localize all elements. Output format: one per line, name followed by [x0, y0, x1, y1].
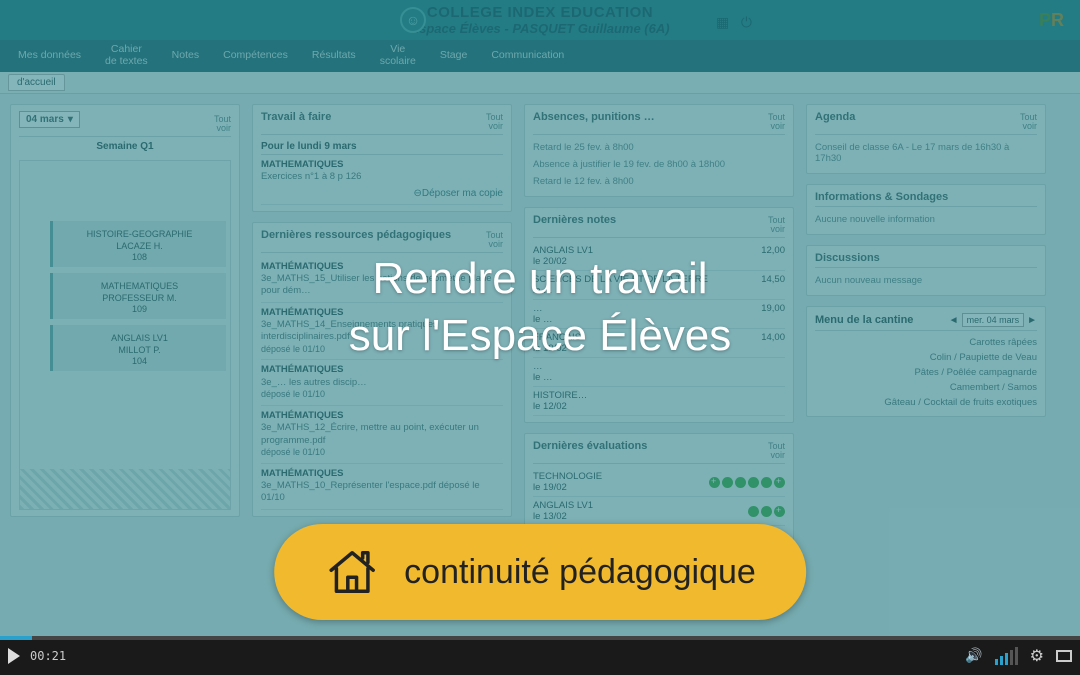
volume-bars[interactable]	[995, 647, 1018, 665]
video-time: 00:21	[30, 649, 66, 663]
calendar-icon: ▾	[68, 114, 73, 125]
agenda-item[interactable]: Conseil de classe 6A - Le 17 mars de 16h…	[815, 139, 1037, 167]
resource-item[interactable]: MATHÉMATIQUES 3e_… les autres discip… dé…	[261, 360, 503, 405]
brand-logo: PR	[1039, 10, 1064, 31]
nav-communication[interactable]: Communication	[481, 46, 574, 66]
timetable-tout-voir[interactable]: Tout voir	[214, 115, 231, 133]
resource-item[interactable]: MATHÉMATIQUES 3e_MATHS_10_Représenter l'…	[261, 464, 503, 510]
power-icon[interactable]: ⏻	[741, 14, 752, 31]
agenda-title: Agenda	[815, 111, 855, 123]
cantine-item: Camembert / Samos	[815, 380, 1037, 395]
deposer-copie-link[interactable]: Déposer ma copie	[261, 187, 503, 200]
evals-tout-voir[interactable]: Tout voir	[768, 442, 785, 460]
absence-row[interactable]: Retard le 25 fev. à 8h00	[533, 139, 785, 156]
house-icon	[324, 544, 380, 600]
travail-subject: MATHEMATIQUES	[261, 159, 503, 171]
continuite-pill: continuité pédagogique	[274, 524, 806, 620]
main-navbar: Mes données Cahier de textes Notes Compé…	[0, 40, 1080, 72]
espace-subtitle: Espace Élèves - PASQUET Guillaume (6A)	[410, 21, 669, 36]
nav-competences[interactable]: Compétences	[213, 46, 298, 66]
note-row[interactable]: HISTOIRE…le 12/02	[533, 387, 785, 416]
infos-panel: Informations & Sondages Aucune nouvelle …	[806, 184, 1046, 235]
absences-tout-voir[interactable]: Tout voir	[768, 113, 785, 131]
timetable-empty-slot	[20, 469, 230, 509]
nav-mes-donnees[interactable]: Mes données	[8, 46, 91, 66]
school-name: COLLEGE INDEX EDUCATION	[410, 4, 669, 21]
travail-tout-voir[interactable]: Tout voir	[486, 113, 503, 131]
evals-title: Dernières évaluations	[533, 440, 647, 452]
nav-cahier-textes[interactable]: Cahier de textes	[95, 40, 158, 71]
date-picker[interactable]: 04 mars ▾	[19, 111, 80, 128]
video-controls: 00:21 🔊 ⚙	[0, 636, 1080, 675]
nav-vie-scolaire[interactable]: Vie scolaire	[370, 40, 426, 71]
eval-row[interactable]: ANGLAIS LV1le 13/02	[533, 497, 785, 526]
video-title-overlay: Rendre un travail sur l'Espace Élèves	[0, 250, 1080, 364]
notes-title: Dernières notes	[533, 214, 616, 226]
travail-desc: Exercices n°1 à 8 p 126	[261, 171, 503, 183]
video-progress-bar[interactable]	[0, 636, 1080, 640]
qr-icon[interactable]: ▦	[716, 14, 730, 28]
ressources-title: Dernières ressources pédagogiques	[261, 229, 451, 241]
nav-resultats[interactable]: Résultats	[302, 46, 366, 66]
absences-panel: Absences, punitions … Tout voir Retard l…	[524, 104, 794, 197]
cantine-item: Pâtes / Poêlée campagnarde	[815, 365, 1037, 380]
travail-title: Travail à faire	[261, 111, 331, 123]
travail-date: Pour le lundi 9 mars	[261, 139, 503, 155]
video-progress-fill	[0, 636, 32, 640]
volume-icon[interactable]: 🔊	[965, 647, 982, 664]
fullscreen-icon[interactable]	[1056, 650, 1072, 662]
notes-tout-voir[interactable]: Tout voir	[768, 216, 785, 234]
avatar-icon[interactable]: ☺	[400, 7, 426, 33]
cantine-item: Gâteau / Cocktail de fruits exotiques	[815, 395, 1037, 410]
breadcrumb: d'accueil	[0, 72, 1080, 94]
infos-text: Aucune nouvelle information	[815, 211, 1037, 228]
ressources-tout-voir[interactable]: Tout voir	[486, 231, 503, 249]
topbar: ☺ COLLEGE INDEX EDUCATION Espace Élèves …	[0, 0, 1080, 40]
breadcrumb-tab[interactable]: d'accueil	[8, 74, 65, 91]
absences-title: Absences, punitions …	[533, 111, 655, 123]
nav-notes[interactable]: Notes	[162, 46, 209, 66]
travail-panel: Travail à faire Tout voir Pour le lundi …	[252, 104, 512, 212]
agenda-tout-voir[interactable]: Tout voir	[1020, 113, 1037, 131]
eval-row[interactable]: TECHNOLOGIEle 19/02	[533, 468, 785, 497]
settings-icon[interactable]: ⚙	[1030, 646, 1044, 666]
week-label: Semaine Q1	[19, 141, 231, 152]
infos-title: Informations & Sondages	[815, 191, 948, 203]
play-button-icon[interactable]	[8, 648, 20, 664]
resource-item[interactable]: MATHÉMATIQUES 3e_MATHS_12_Écrire, mettre…	[261, 406, 503, 464]
nav-stage[interactable]: Stage	[430, 46, 477, 66]
pill-text: continuité pédagogique	[404, 553, 756, 592]
absence-row[interactable]: Absence à justifier le 19 fev. de 8h00 à…	[533, 156, 785, 173]
agenda-panel: Agenda Tout voir Conseil de classe 6A - …	[806, 104, 1046, 174]
absence-row[interactable]: Retard le 12 fev. à 8h00	[533, 173, 785, 190]
